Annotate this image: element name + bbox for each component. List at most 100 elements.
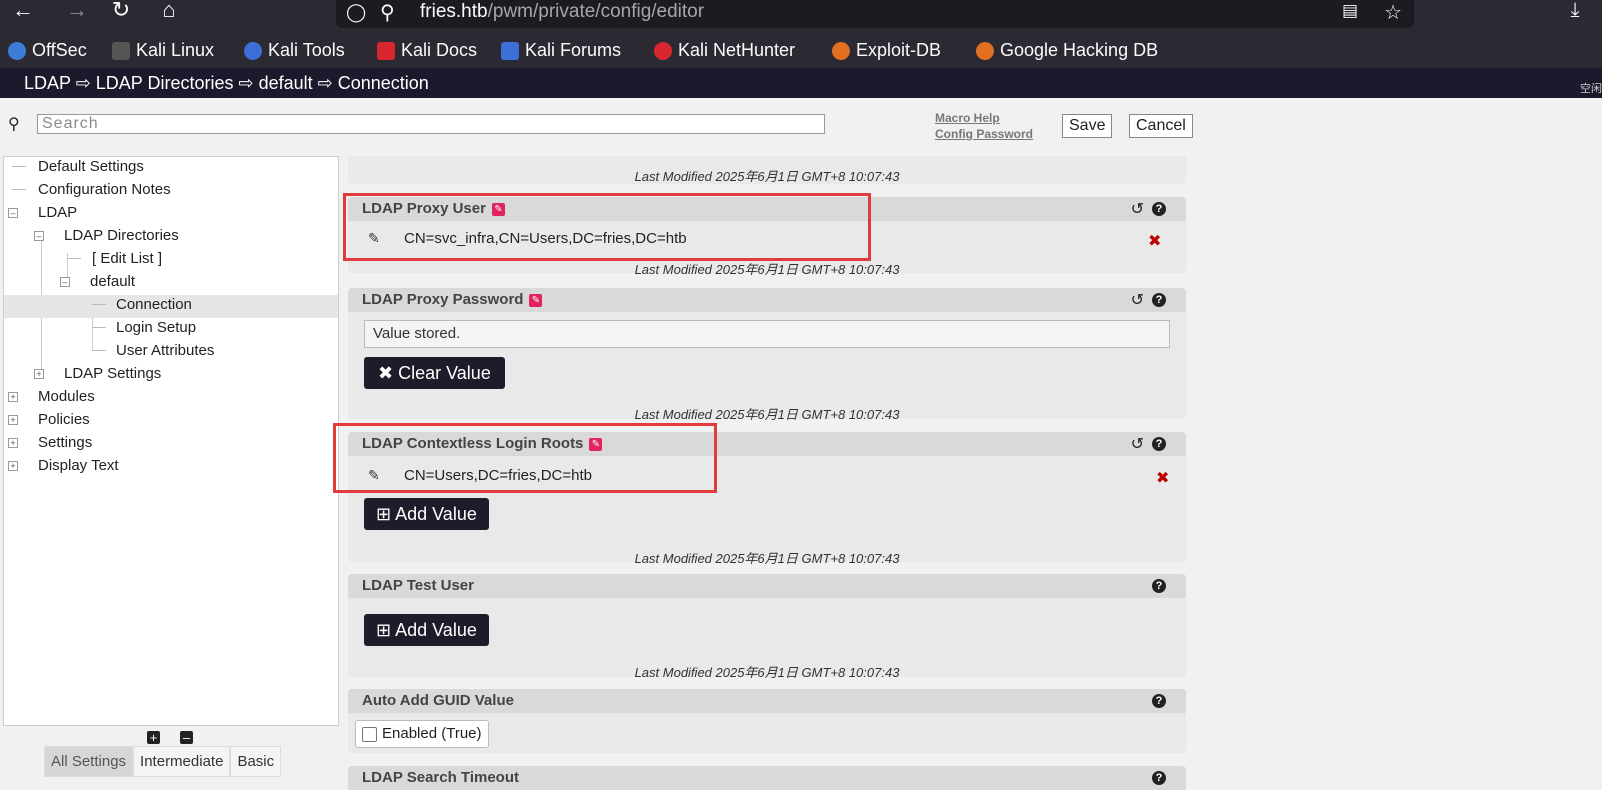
tab-all-settings[interactable]: All Settings [44,746,134,777]
forward-arrow-icon[interactable]: → [60,0,94,22]
tree-item-display-text[interactable]: + Display Text [4,456,338,479]
last-modified-label: Last Modified 2025年6月1日 GMT+8 10:07:43 [634,262,900,277]
setting-header: LDAP Search Timeout ? [348,766,1186,790]
last-modified-label: Last Modified 2025年6月1日 GMT+8 10:07:43 [634,169,900,184]
tab-intermediate[interactable]: Intermediate [133,746,231,777]
expand-icon[interactable]: + [8,392,18,402]
setting-title: LDAP Proxy Password ✎ [362,291,543,308]
setting-ldap-test-user: LDAP Test User ? ⊞ Add Value Last Modifi… [348,574,1186,680]
setting-auto-add-guid: Auto Add GUID Value ? Enabled (True) [348,689,1186,753]
download-icon[interactable]: ⤓ [1558,0,1592,22]
browser-toolbar: ← → ↻ ⌂ ◯ ⚲ fries.htb/pwm/private/config… [0,0,1602,34]
tree-item-ldap-settings[interactable]: + LDAP Settings [4,364,338,387]
tree-item-login-setup[interactable]: Login Setup [4,318,338,341]
tree-item-policies[interactable]: + Policies [4,410,338,433]
kali-forums-icon [501,41,519,60]
bookmark-kali-docs[interactable]: Kali Docs [377,40,477,61]
setting-title: LDAP Test User [362,577,474,594]
bookmark-google-hacking-db[interactable]: Google Hacking DB [976,40,1158,61]
bookmark-kali-tools[interactable]: Kali Tools [244,40,345,61]
home-icon[interactable]: ⌂ [152,0,186,22]
reset-icon[interactable]: ↺ [1131,290,1144,310]
highlight-box [333,423,717,493]
tree-item-ldap[interactable]: – LDAP [4,203,338,226]
help-icon[interactable]: ? [1152,771,1166,785]
bookmark-kali-linux[interactable]: Kali Linux [112,40,214,61]
tree-item-modules[interactable]: + Modules [4,387,338,410]
collapse-all-icon[interactable]: – [180,731,193,744]
collapse-icon[interactable]: – [60,277,70,287]
setting-ldap-proxy-password: LDAP Proxy Password ✎ ↺ ? Value stored. ✖… [348,288,1186,422]
url-bar[interactable]: ◯ ⚲ fries.htb/pwm/private/config/editor … [336,0,1414,28]
delete-value-icon[interactable]: ✖ [1148,231,1161,251]
close-icon: ✖ [378,363,394,383]
clear-value-button[interactable]: ✖ Clear Value [364,357,505,389]
expand-icon[interactable]: + [34,369,44,379]
tree-item-configuration-notes[interactable]: Configuration Notes [4,180,338,203]
settings-tree: Default Settings Configuration Notes – LD… [3,156,339,726]
setting-ldap-search-timeout: LDAP Search Timeout ? [348,766,1186,790]
add-value-button[interactable]: ⊞ Add Value [364,498,489,530]
macro-help-link[interactable]: Macro Help [935,110,1033,126]
kali-nethunter-icon [654,41,672,60]
plus-icon: ⊞ [376,504,392,524]
url-text[interactable]: fries.htb/pwm/private/config/editor [420,1,704,23]
save-button[interactable]: Save [1062,114,1113,138]
bookmark-kali-nethunter[interactable]: Kali NetHunter [654,40,795,61]
reader-view-icon[interactable]: ▤ [1342,1,1358,21]
help-icon[interactable]: ? [1152,579,1166,593]
search-input[interactable] [37,114,825,134]
expand-icon[interactable]: + [8,415,18,425]
shield-icon[interactable]: ◯ [346,2,366,23]
setting-header: LDAP Proxy Password ✎ ↺ ? [348,288,1186,312]
reset-icon[interactable]: ↺ [1131,199,1144,219]
tree-item-ldap-directories[interactable]: – LDAP Directories [4,226,338,249]
help-links: Macro Help Config Password [935,110,1033,142]
expand-icon[interactable]: + [8,461,18,471]
tree-item-default[interactable]: – default [4,272,338,295]
tree-item-user-attributes[interactable]: User Attributes [4,341,338,364]
bookmark-kali-forums[interactable]: Kali Forums [501,40,621,61]
lock-icon[interactable]: ⚲ [380,0,395,25]
reset-icon[interactable]: ↺ [1131,434,1144,454]
setting-title: Auto Add GUID Value [362,692,514,709]
tab-basic[interactable]: Basic [230,746,282,777]
delete-value-icon[interactable]: ✖ [1156,468,1169,488]
collapse-icon[interactable]: – [34,231,44,241]
config-editor-page: ⚲ Macro Help Config Password Save Cancel… [0,98,1602,790]
bookmarks-bar: OffSec Kali Linux Kali Tools Kali Docs K… [0,34,1602,68]
breadcrumb: LDAP ⇨ LDAP Directories ⇨ default ⇨ Conn… [24,73,429,93]
setting-title: LDAP Search Timeout [362,769,519,786]
reload-icon[interactable]: ↻ [104,0,138,22]
help-icon[interactable]: ? [1152,694,1166,708]
last-modified-label: Last Modified 2025年6月1日 GMT+8 10:07:43 [634,551,900,566]
tree-item-edit-list[interactable]: [ Edit List ] [4,249,338,272]
setting-level-tabs: All Settings Intermediate Basic [44,746,282,777]
config-password-link[interactable]: Config Password [935,126,1033,142]
tree-item-settings[interactable]: + Settings [4,433,338,456]
back-arrow-icon[interactable]: ← [6,0,40,22]
bookmark-exploit-db[interactable]: Exploit-DB [832,40,941,61]
modified-flag-icon: ✎ [529,294,543,307]
cancel-button[interactable]: Cancel [1129,114,1193,138]
previous-setting-panel: Last Modified 2025年6月1日 GMT+8 10:07:43 [348,156,1186,184]
tree-item-connection[interactable]: Connection [4,295,338,318]
collapse-icon[interactable]: – [8,208,18,218]
ghdb-icon [976,41,994,60]
help-icon[interactable]: ? [1152,293,1166,307]
expand-icon[interactable]: + [8,438,18,448]
expand-all-icon[interactable]: + [147,731,160,744]
add-value-button[interactable]: ⊞ Add Value [364,614,489,646]
bookmark-offsec[interactable]: OffSec [8,40,87,61]
help-icon[interactable]: ? [1152,202,1166,216]
checkbox[interactable] [362,727,377,742]
status-corner-text: 空闲 [1580,83,1602,95]
help-icon[interactable]: ? [1152,437,1166,451]
guid-enabled-checkbox[interactable]: Enabled (True) [355,720,489,748]
bookmark-star-icon[interactable]: ☆ [1384,0,1402,25]
tree-item-default-settings[interactable]: Default Settings [4,157,338,180]
setting-header: LDAP Test User ? [348,574,1186,598]
exploit-db-icon [832,41,850,60]
kali-dragon-icon [112,41,130,60]
config-breadcrumb-bar: LDAP ⇨ LDAP Directories ⇨ default ⇨ Conn… [0,68,1602,98]
